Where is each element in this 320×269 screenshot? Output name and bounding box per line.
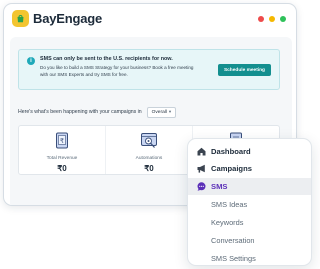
stat-automations: Automations ₹0 bbox=[106, 126, 193, 174]
sidebar-item-dashboard[interactable]: Dashboard bbox=[188, 143, 311, 160]
sms-notice-banner: i SMS can only be sent to the U.S. recip… bbox=[18, 49, 280, 90]
sidebar-item-conversation[interactable]: Conversation bbox=[188, 232, 311, 249]
automation-icon bbox=[141, 133, 157, 148]
stat-label: Total Revenue bbox=[46, 156, 78, 161]
revenue-icon: ₹ bbox=[56, 132, 68, 149]
sidebar-item-label: SMS bbox=[211, 182, 228, 191]
home-icon bbox=[197, 147, 206, 156]
info-icon: i bbox=[27, 57, 35, 65]
chat-icon bbox=[197, 182, 206, 191]
svg-text:₹: ₹ bbox=[60, 137, 64, 145]
sidebar-item-label: Conversation bbox=[211, 236, 255, 245]
megaphone-icon bbox=[197, 164, 205, 173]
bayengage-logo-icon bbox=[12, 9, 29, 27]
stat-label: Automations bbox=[135, 156, 163, 161]
window-controls bbox=[258, 16, 286, 22]
sidebar-item-sms-settings[interactable]: SMS Settings bbox=[188, 250, 311, 267]
banner-title: SMS can only be sent to the U.S. recipie… bbox=[40, 56, 173, 62]
sidebar-item-keywords[interactable]: Keywords bbox=[188, 214, 311, 231]
sidebar-item-sms-ideas[interactable]: SMS Ideas bbox=[188, 196, 311, 213]
banner-body: Do you like to build a SMS Strategy for … bbox=[40, 65, 194, 77]
close-dot[interactable] bbox=[258, 16, 264, 22]
sidebar-item-label: Dashboard bbox=[211, 147, 251, 156]
brand-name: BayEngage bbox=[33, 10, 103, 26]
period-value: Overall bbox=[151, 109, 167, 115]
sidebar-menu: Dashboard Campaigns SMS SMS Ideas Keywor… bbox=[187, 138, 312, 266]
minimize-dot[interactable] bbox=[269, 16, 275, 22]
stat-total-revenue: ₹ Total Revenue ₹0 bbox=[19, 126, 106, 174]
summary-text: Here's what's been happening with your c… bbox=[18, 109, 142, 115]
sidebar-item-label: SMS Settings bbox=[211, 254, 256, 263]
sidebar-item-sms[interactable]: SMS bbox=[188, 178, 311, 195]
sidebar-item-label: SMS Ideas bbox=[211, 200, 248, 209]
period-select[interactable]: Overall ▾ bbox=[146, 106, 177, 118]
maximize-dot[interactable] bbox=[280, 16, 286, 22]
top-bar: BayEngage bbox=[4, 4, 296, 32]
schedule-meeting-button[interactable]: Schedule meeting bbox=[217, 64, 271, 76]
chevron-down-icon: ▾ bbox=[168, 109, 172, 114]
stat-value: ₹0 bbox=[144, 164, 154, 173]
sidebar-item-label: Campaigns bbox=[211, 164, 252, 173]
stat-value: ₹0 bbox=[57, 164, 67, 173]
sidebar-item-label: Keywords bbox=[211, 218, 244, 227]
summary-row: Here's what's been happening with your c… bbox=[18, 106, 177, 118]
sidebar-item-campaigns[interactable]: Campaigns bbox=[188, 160, 311, 177]
